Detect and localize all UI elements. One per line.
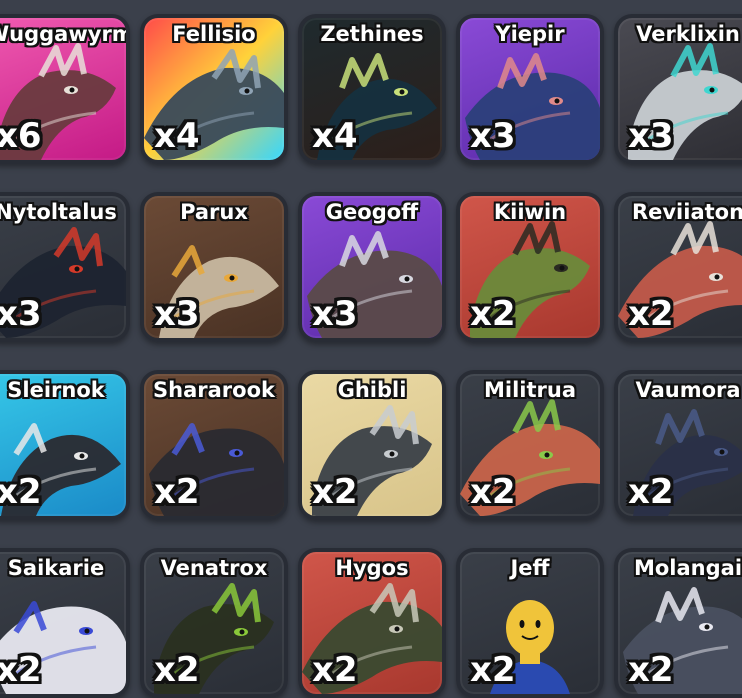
creature-name: Saikarie [7,556,105,580]
creature-count: x2 [0,650,42,690]
creature-tile[interactable]: Wuggawyrm x6 [0,14,130,164]
creature-name: Verklixin [636,22,740,46]
creature-name: Zethines [320,22,424,46]
creature-count: x2 [470,650,516,690]
creature-count: x3 [154,294,200,334]
creature-name: Kiiwin [493,200,567,224]
creature-name: Yiepir [495,22,565,46]
creature-count: x2 [0,472,42,512]
creature-count: x2 [154,472,200,512]
creature-count: x2 [628,650,674,690]
creature-tile[interactable]: Kiiwin x2 [456,192,604,342]
creature-tile[interactable]: Zethines x4 [298,14,446,164]
creature-name: Militrua [483,378,576,402]
creature-name: Hygos [335,556,409,580]
creature-count: x2 [154,650,200,690]
creature-grid: Wuggawyrmx6Fellisiox4Zethinesx4Yiepirx3V… [0,0,742,698]
creature-tile[interactable]: Vaumora x2 [614,370,742,520]
creature-tile[interactable]: Ghibli x2 [298,370,446,520]
creature-name: Shararook [153,378,275,402]
creature-count: x2 [628,472,674,512]
creature-tile[interactable]: Sleirnok x2 [0,370,130,520]
creature-tile[interactable]: Reviiaton x2 [614,192,742,342]
creature-name: Jeff [510,556,550,580]
creature-count: x3 [0,294,42,334]
creature-count: x3 [628,116,674,156]
creature-count: x4 [154,116,200,156]
creature-name: Reviiaton [631,200,742,224]
creature-name: Molangai [633,556,742,580]
creature-tile[interactable]: Yiepir x3 [456,14,604,164]
creature-tile[interactable]: Saikarie x2 [0,548,130,698]
creature-tile[interactable]: Jeff x2 [456,548,604,698]
creature-name: Wuggawyrm [0,22,130,46]
creature-tile[interactable]: Fellisio x4 [140,14,288,164]
creature-count: x3 [312,294,358,334]
creature-count: x6 [0,116,42,156]
creature-name: Fellisio [172,22,256,46]
creature-tile[interactable]: Venatrox x2 [140,548,288,698]
creature-name: Parux [180,200,248,224]
creature-count: x2 [312,472,358,512]
creature-count: x2 [628,294,674,334]
creature-tile[interactable]: Molangai x2 [614,548,742,698]
creature-count: x3 [470,116,516,156]
creature-name: Vaumora [635,378,741,402]
creature-name: Sleirnok [7,378,105,402]
creature-count: x2 [312,650,358,690]
creature-name: Geogoff [325,200,419,224]
creature-tile[interactable]: Militrua x2 [456,370,604,520]
creature-tile[interactable]: Geogoff x3 [298,192,446,342]
creature-count: x2 [470,472,516,512]
creature-tile[interactable]: Verklixin x3 [614,14,742,164]
creature-count: x2 [470,294,516,334]
creature-count: x4 [312,116,358,156]
creature-tile[interactable]: Shararook x2 [140,370,288,520]
creature-tile[interactable]: Parux x3 [140,192,288,342]
creature-name: Nytoltalus [0,200,117,224]
creature-tile[interactable]: Hygos x2 [298,548,446,698]
creature-tile[interactable]: Nytoltalus x3 [0,192,130,342]
creature-name: Ghibli [337,378,407,402]
creature-name: Venatrox [160,556,268,580]
